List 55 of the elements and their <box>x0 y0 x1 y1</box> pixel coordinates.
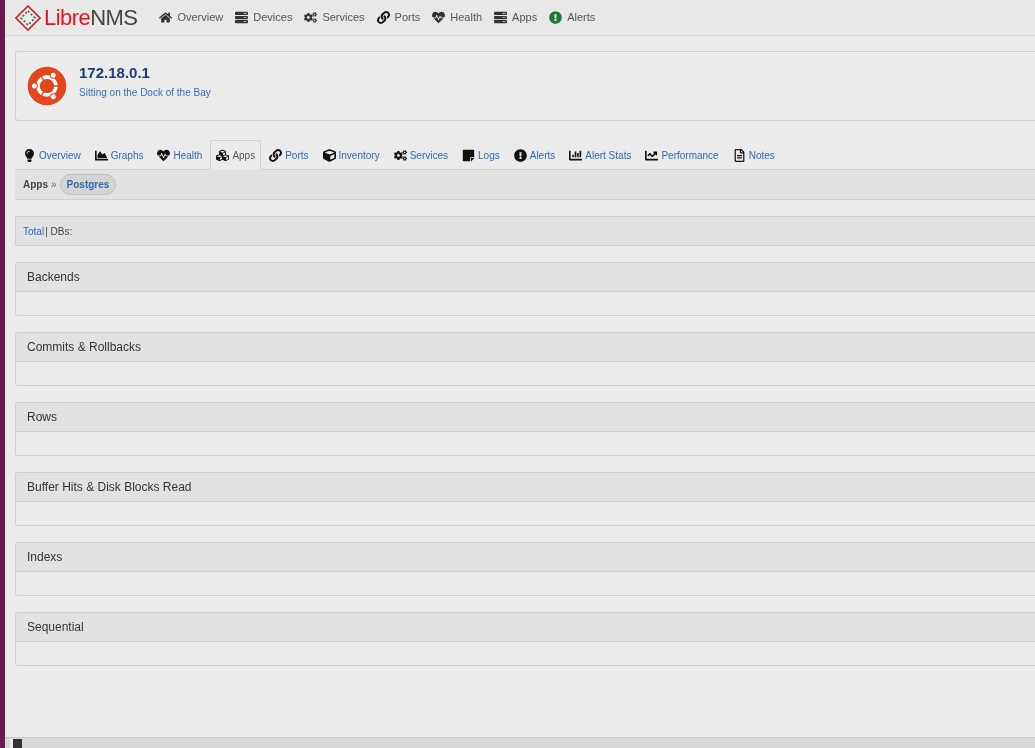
device-tab[interactable]: Ports <box>263 140 315 170</box>
alert-icon <box>513 148 527 162</box>
device-tab[interactable]: Logs <box>456 140 506 170</box>
nav-link[interactable]: Services <box>298 9 371 26</box>
nav-link[interactable]: Overview <box>153 9 230 26</box>
area-chart-icon <box>94 148 108 162</box>
gears-icon <box>304 11 318 24</box>
panel-title: Rows <box>27 409 57 426</box>
total-link[interactable]: Total <box>23 223 45 239</box>
nav-link[interactable]: Apps <box>488 9 544 26</box>
os-logo-icon <box>27 66 67 106</box>
device-location: Sitting on the Dock of the Bay <box>79 85 211 100</box>
device-tab[interactable]: Performance <box>639 140 725 170</box>
device-tab[interactable]: Inventory <box>316 140 386 170</box>
heartbeat-icon <box>157 148 171 162</box>
panel-title: Buffer Hits & Disk Blocks Read <box>27 479 192 496</box>
breadcrumb-separator: » <box>51 178 57 192</box>
link-icon <box>376 11 390 24</box>
device-hostname[interactable]: 172.18.0.1 <box>79 62 211 85</box>
cube-icon <box>322 148 336 162</box>
server-icon <box>494 11 508 24</box>
logo-text[interactable]: LibreNMS <box>44 6 138 29</box>
logo-icon <box>15 4 41 31</box>
device-tab[interactable]: Notes <box>726 140 781 170</box>
link-icon <box>269 148 283 162</box>
alert-icon <box>549 11 563 24</box>
filter-text: | DBs: <box>45 224 73 239</box>
line-chart-icon <box>645 148 659 162</box>
panel-title: Indexs <box>27 549 63 566</box>
device-tab[interactable]: Overview <box>17 140 87 170</box>
panel-title: Backends <box>27 269 80 286</box>
nav-link[interactable]: Ports <box>370 9 427 26</box>
note-icon <box>462 148 476 162</box>
gears-icon <box>393 148 407 162</box>
panel-title: Sequential <box>27 619 84 636</box>
panel-title: Commits & Rollbacks <box>27 339 142 356</box>
app-pill[interactable]: Postgres <box>59 174 117 195</box>
home-icon <box>159 11 173 24</box>
heartbeat-icon <box>432 11 446 24</box>
device-tab[interactable]: Apps <box>210 140 262 170</box>
device-tab[interactable]: Health <box>151 140 209 170</box>
device-tab[interactable]: Alerts <box>507 140 562 170</box>
nav-link[interactable]: Devices <box>229 9 299 26</box>
nav-link[interactable]: Alerts <box>543 9 602 26</box>
cubes-icon <box>216 148 230 162</box>
device-tab[interactable]: Graphs <box>88 140 150 170</box>
server-icon <box>235 11 249 24</box>
lightbulb-icon <box>23 148 36 162</box>
breadcrumb-label: Apps <box>23 178 48 192</box>
document-icon <box>732 148 746 162</box>
panel-toggle-icon[interactable] <box>10 739 22 748</box>
bar-chart-icon <box>569 148 583 162</box>
device-tab[interactable]: Alert Stats <box>563 140 638 170</box>
nav-link[interactable]: Health <box>426 9 489 26</box>
device-tab[interactable]: Services <box>387 140 455 170</box>
